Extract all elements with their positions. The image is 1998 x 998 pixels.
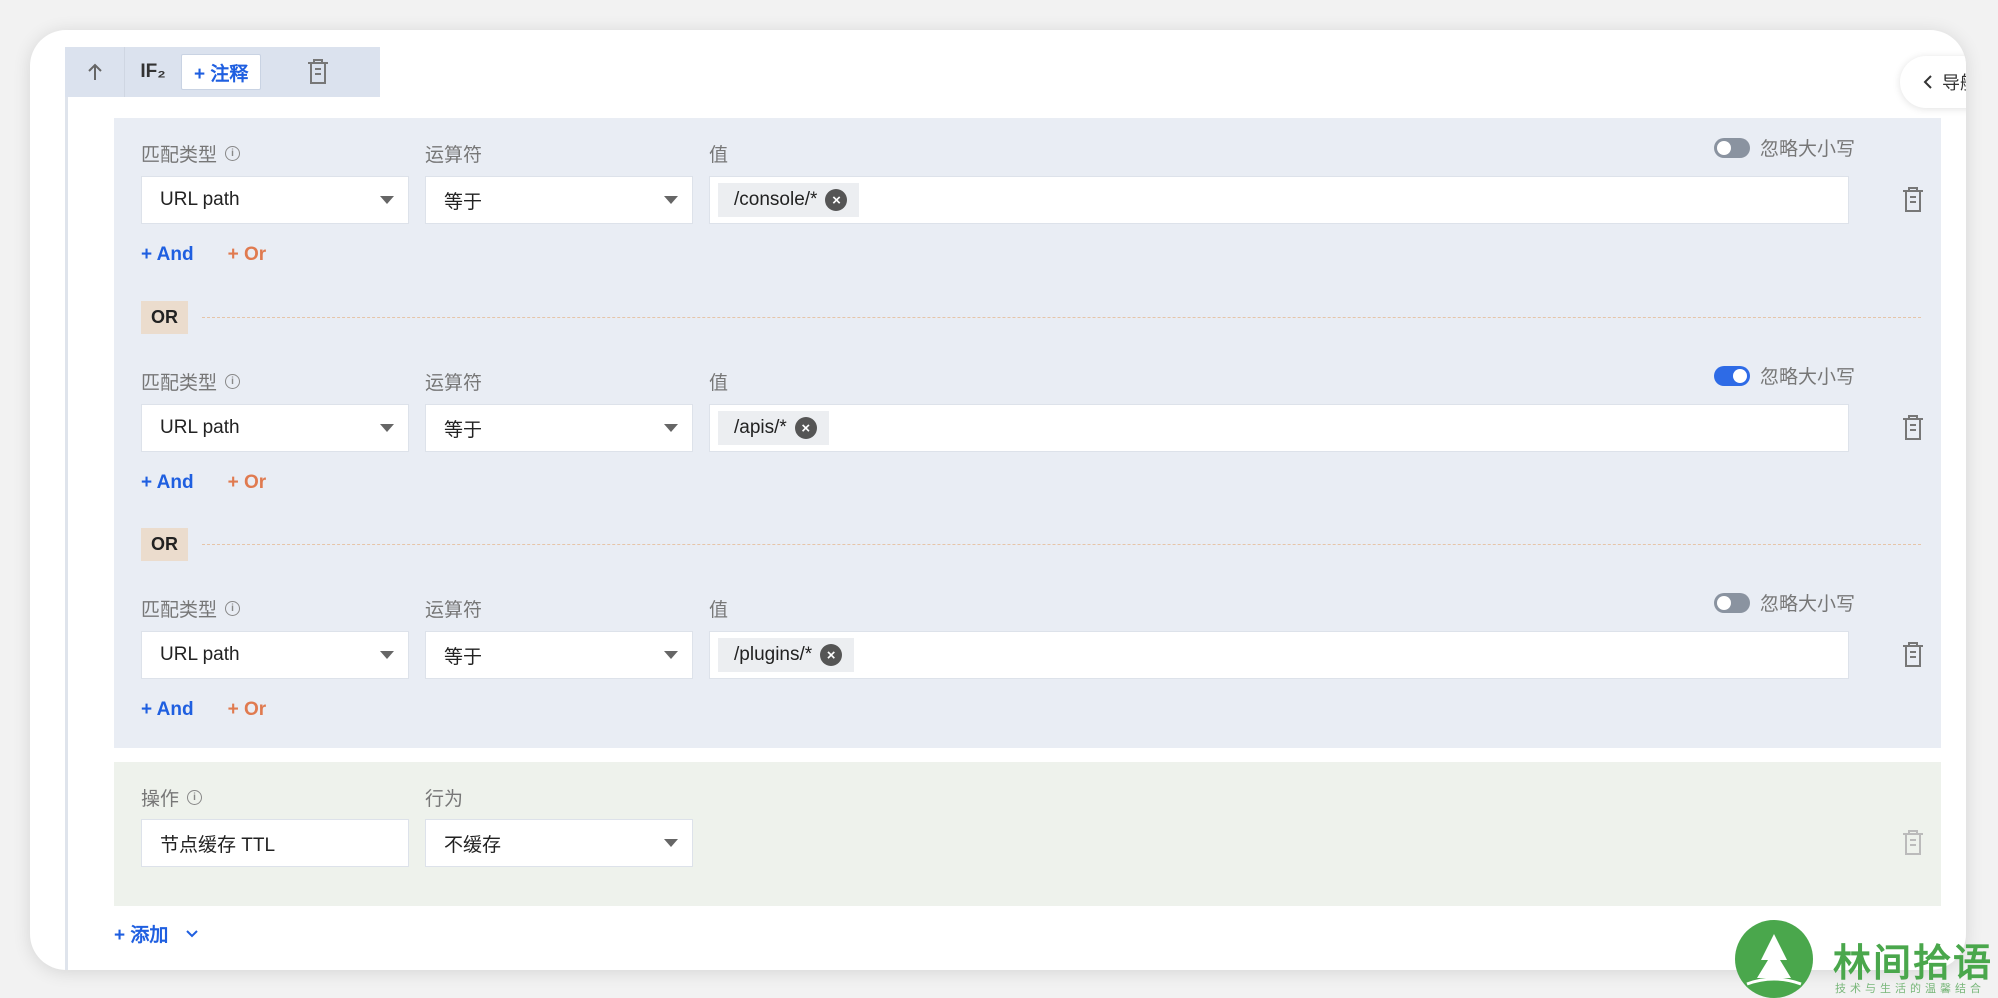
ignore-case-label: 忽略大小写	[1759, 367, 1855, 388]
caret-down-icon	[380, 196, 394, 204]
delete-condition-button[interactable]	[1901, 642, 1925, 673]
add-and-link[interactable]: + And	[141, 244, 194, 266]
add-and-link[interactable]: + And	[141, 699, 194, 721]
trash-icon	[308, 59, 329, 84]
arrow-up-icon	[87, 63, 102, 80]
match-type-label: 匹配类型 i	[141, 140, 241, 167]
caret-down-icon	[380, 651, 394, 659]
condition-links: + And + Or	[141, 244, 266, 266]
ignore-case-toggle[interactable]	[1713, 137, 1750, 158]
watermark-logo-icon	[1735, 920, 1813, 998]
if-header: IF₂ + 注释	[65, 47, 380, 97]
ignore-case-toggle[interactable]	[1713, 592, 1750, 613]
match-type-select[interactable]: URL path	[141, 631, 409, 679]
action-block: 操作 i 行为 节点缓存 TTL 不缓存	[114, 762, 1941, 906]
info-icon[interactable]: i	[225, 374, 241, 389]
add-or-link[interactable]: + Or	[228, 472, 267, 494]
value-input[interactable]: /apis/* ×	[709, 404, 1849, 452]
operator-label: 运算符	[425, 600, 483, 621]
or-separator: OR	[141, 300, 1921, 334]
watermark-subtitle: 技术与生活的温馨结合	[1835, 983, 1985, 995]
value-input[interactable]: /plugins/* ×	[709, 631, 1849, 679]
trash-icon	[1903, 642, 1923, 667]
rule-rail	[65, 96, 68, 970]
behavior-select[interactable]: 不缓存	[425, 819, 693, 867]
value-label: 值	[709, 600, 729, 621]
delete-action-button[interactable]	[1901, 830, 1925, 861]
remove-tag-icon[interactable]: ×	[820, 644, 843, 666]
match-type-select[interactable]: URL path	[141, 176, 409, 224]
add-and-link[interactable]: + And	[141, 472, 194, 494]
match-type-label: 匹配类型 i	[141, 595, 241, 622]
operator-select[interactable]: 等于	[425, 404, 693, 452]
caret-down-icon	[664, 424, 678, 432]
value-label: 值	[709, 373, 729, 394]
if-label: IF₂	[140, 61, 166, 82]
operator-label: 运算符	[425, 145, 483, 166]
trash-icon	[1903, 415, 1923, 440]
watermark: 林间拾语 技术与生活的温馨结合	[1735, 920, 1998, 998]
add-or-link[interactable]: + Or	[228, 699, 267, 721]
info-icon[interactable]: i	[225, 601, 241, 616]
add-button[interactable]: + 添加	[114, 920, 168, 947]
operation-field[interactable]: 节点缓存 TTL	[141, 819, 409, 867]
rule-editor-card: IF₂ + 注释 导航 匹配类型 i 运算符 值 忽略大小写	[30, 30, 1966, 970]
operator-label: 运算符	[425, 373, 483, 394]
caret-down-icon	[664, 839, 678, 847]
nav-label: 导航	[1942, 73, 1966, 93]
value-tag: /console/* ×	[718, 183, 860, 217]
move-up-button[interactable]	[65, 47, 125, 97]
remove-tag-icon[interactable]: ×	[794, 417, 817, 439]
ignore-case-label: 忽略大小写	[1759, 139, 1855, 160]
condition-links: + And + Or	[141, 472, 266, 494]
match-type-select[interactable]: URL path	[141, 404, 409, 452]
chevron-left-icon	[1923, 75, 1932, 89]
caret-down-icon	[664, 196, 678, 204]
or-badge: OR	[141, 527, 188, 561]
conditions-block: 匹配类型 i 运算符 值 忽略大小写 URL path 等于 /console/…	[114, 118, 1941, 748]
value-input[interactable]: /console/* ×	[709, 176, 1849, 224]
info-icon[interactable]: i	[187, 790, 203, 805]
condition-links: + And + Or	[141, 699, 266, 721]
add-note-button[interactable]: + 注释	[181, 54, 262, 90]
condition-row: 匹配类型 i 运算符 值 忽略大小写 URL path 等于 /plugins/…	[114, 573, 1941, 720]
value-tag: /apis/* ×	[718, 411, 829, 445]
ignore-case-control: 忽略大小写	[1713, 134, 1855, 161]
value-label: 值	[709, 145, 729, 166]
info-icon[interactable]: i	[225, 146, 241, 161]
dashed-divider	[202, 316, 1921, 318]
ignore-case-toggle[interactable]	[1713, 365, 1750, 386]
condition-row: 匹配类型 i 运算符 值 忽略大小写 URL path 等于 /console/…	[114, 118, 1941, 265]
caret-down-icon	[664, 651, 678, 659]
or-separator: OR	[141, 527, 1921, 561]
operator-select[interactable]: 等于	[425, 631, 693, 679]
value-tag: /plugins/* ×	[718, 638, 855, 672]
ignore-case-control: 忽略大小写	[1713, 589, 1855, 616]
chevron-down-icon[interactable]	[186, 929, 199, 938]
delete-if-button[interactable]	[306, 59, 330, 85]
match-type-label: 匹配类型 i	[141, 368, 241, 395]
operator-select[interactable]: 等于	[425, 176, 693, 224]
remove-tag-icon[interactable]: ×	[825, 189, 848, 211]
watermark-title: 林间拾语	[1833, 943, 1994, 985]
ignore-case-label: 忽略大小写	[1759, 594, 1855, 615]
behavior-label: 行为	[425, 789, 464, 810]
dashed-divider	[202, 543, 1921, 545]
delete-condition-button[interactable]	[1901, 187, 1925, 218]
trash-icon	[1903, 187, 1923, 212]
trash-icon	[1903, 830, 1923, 855]
add-or-link[interactable]: + Or	[228, 244, 267, 266]
or-badge: OR	[141, 300, 188, 334]
nav-toggle-button[interactable]: 导航	[1900, 56, 1966, 108]
ignore-case-control: 忽略大小写	[1713, 362, 1855, 389]
delete-condition-button[interactable]	[1901, 415, 1925, 446]
add-menu[interactable]: + 添加	[114, 920, 199, 947]
condition-row: 匹配类型 i 运算符 值 忽略大小写 URL path 等于 /apis/* ×	[114, 346, 1941, 493]
caret-down-icon	[380, 424, 394, 432]
operation-label: 操作 i	[141, 784, 203, 811]
